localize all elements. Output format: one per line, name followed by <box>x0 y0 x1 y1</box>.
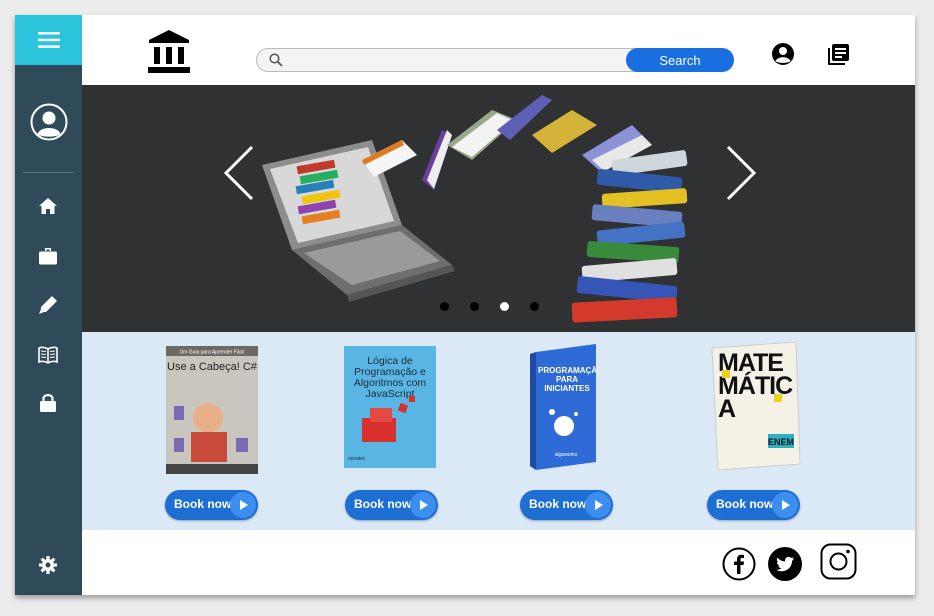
book-now-button[interactable]: Book now <box>520 490 613 520</box>
laptop-flying-books-illustration <box>262 95 688 323</box>
bank-icon[interactable] <box>148 30 190 79</box>
carousel-next-icon[interactable] <box>724 145 758 201</box>
sidebar <box>15 15 82 595</box>
hamburger-icon <box>37 32 60 48</box>
library-books-icon[interactable] <box>826 43 850 72</box>
user-avatar-icon[interactable] <box>30 103 68 146</box>
book-cover-title: MATEMÁTICA <box>718 352 793 423</box>
book-cover-javascript[interactable]: Lógica de Programação e Algoritmos com J… <box>344 346 436 473</box>
carousel-prev-icon[interactable] <box>222 145 256 201</box>
facebook-icon[interactable] <box>722 547 756 586</box>
book-cover-publisher: novatec <box>348 456 366 462</box>
book-now-button[interactable]: Book now <box>345 490 438 520</box>
book-now-label: Book now <box>354 497 412 511</box>
search-icon <box>269 53 283 72</box>
book-cover-subtitle: ENEM <box>768 437 794 447</box>
pencil-icon <box>39 296 57 314</box>
open-book-icon <box>38 346 58 364</box>
carousel-dot[interactable] <box>440 302 449 311</box>
book-now-label: Book now <box>716 497 774 511</box>
sidebar-item-settings[interactable] <box>36 553 60 577</box>
lock-icon <box>40 393 56 412</box>
sidebar-divider <box>23 172 74 173</box>
book-row: Um Guia para Aprender Fácil Use a Cabeça… <box>82 332 915 530</box>
book-cover-title: PROGRAMAÇÃO PARA INICIANTES <box>538 366 596 393</box>
carousel-dot-active[interactable] <box>500 302 509 311</box>
instagram-icon[interactable] <box>820 543 857 585</box>
book-cover-csharp[interactable]: Um Guia para Aprender Fácil Use a Cabeça… <box>166 346 258 479</box>
book-cover-publisher: algaworks <box>555 452 578 458</box>
play-icon <box>772 492 798 518</box>
book-cover-title: Use a Cabeça! C# <box>167 361 258 373</box>
search-button[interactable]: Search <box>626 48 734 72</box>
book-now-button[interactable]: Book now <box>707 490 800 520</box>
play-icon <box>585 492 611 518</box>
sidebar-item-home[interactable] <box>36 194 60 218</box>
sidebar-item-briefcase[interactable] <box>36 244 60 268</box>
sidebar-item-lock[interactable] <box>36 390 60 414</box>
carousel-dot[interactable] <box>470 302 479 311</box>
play-icon <box>230 492 256 518</box>
search-input[interactable] <box>289 51 623 71</box>
hero-carousel <box>82 85 915 332</box>
book-now-button[interactable]: Book now <box>165 490 258 520</box>
book-now-label: Book now <box>174 497 232 511</box>
menu-button[interactable] <box>15 15 82 65</box>
home-icon <box>39 198 57 214</box>
twitter-icon[interactable] <box>768 547 802 586</box>
book-cover-programacao[interactable]: PROGRAMAÇÃO PARA INICIANTES algaworks <box>530 344 600 475</box>
sidebar-item-library[interactable] <box>36 343 60 367</box>
briefcase-icon <box>39 247 57 264</box>
book-cover-matematica[interactable]: MATEMÁTICA ENEM <box>708 341 804 475</box>
footer <box>82 530 915 595</box>
book-cover-tagline: Um Guia para Aprender Fácil <box>180 350 245 356</box>
play-icon <box>410 492 436 518</box>
search-bar: Search <box>256 48 734 72</box>
book-now-label: Book now <box>529 497 587 511</box>
user-circle-icon[interactable] <box>771 42 795 71</box>
top-header: Search <box>82 15 915 85</box>
carousel-dot[interactable] <box>530 302 539 311</box>
gear-icon <box>39 556 57 574</box>
sidebar-item-edit[interactable] <box>36 293 60 317</box>
book-cover-title: Lógica de Programação e Algoritmos com J… <box>353 356 427 400</box>
